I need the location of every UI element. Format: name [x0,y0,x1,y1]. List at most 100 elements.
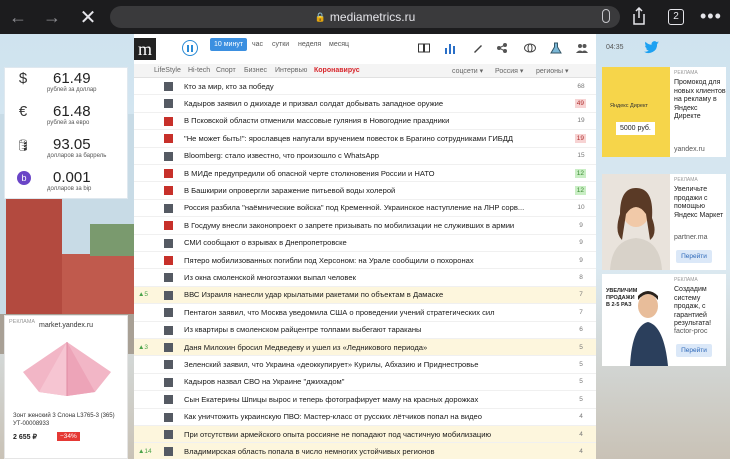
ad-domain[interactable]: factor-proc [674,328,707,335]
url-text: mediametrics.ru [329,10,416,24]
period-week[interactable]: неделя [298,41,321,48]
source-logo-icon [164,325,173,335]
mediametrics-logo[interactable]: m [134,38,156,60]
news-row[interactable]: При отсутствии армейского опыта россияне… [134,426,596,444]
bar-chart-icon[interactable] [444,42,456,54]
news-title[interactable]: В МИДе предупредили об опасной черте сто… [184,169,554,178]
news-row[interactable]: ▲3 Даня Милохин бросил Медведеву и ушел и… [134,339,596,357]
dropdown-country[interactable]: Россия ▾ [495,67,523,75]
ad-right-factor[interactable]: УВЕЛИЧИМ ПРОДАЖИ В 2-5 РАЗ РЕКЛАМА Созда… [602,274,726,366]
news-row[interactable]: Кто за мир, кто за победу 68 [134,78,596,96]
news-row[interactable]: В МИДе предупредили об опасной черте сто… [134,165,596,183]
news-title[interactable]: Россия разбила "наёмнические войска" под… [184,203,554,212]
ad-right-direct[interactable]: Яндекс Директ 5000 руб. РЕКЛАМА Промокод… [602,67,726,157]
forward-arrow-icon[interactable]: → [36,0,68,34]
ad-domain[interactable]: partner.ma [674,234,707,241]
currency-caption: рублей за доллар [47,87,97,93]
users-icon[interactable] [576,42,588,54]
more-icon[interactable]: ••• [700,6,722,27]
news-row[interactable]: Из квартиры в смоленском райцентре толпа… [134,322,596,339]
product-title: Зонт женский 3 Слона L3765-3 (365) УТ-00… [13,413,115,427]
news-title[interactable]: Кадыров назвал СВО на Украине "джихадом" [184,377,554,386]
view-count: 7 [579,291,583,299]
news-title[interactable]: Зеленский заявил, что Украина «деоккупир… [184,360,554,369]
news-row[interactable]: Сын Екатерины Шпицы вырос и теперь фотог… [134,391,596,409]
news-row[interactable]: Кадыров заявил о джихаде и призвал солда… [134,95,596,113]
news-row[interactable]: Bloomberg: стало известно, что произошло… [134,148,596,165]
news-title[interactable]: Bloomberg: стало известно, что произошло… [184,151,554,160]
news-row[interactable]: "Не может быть!": ярославцев напугали вр… [134,130,596,148]
news-title[interactable]: Сын Екатерины Шпицы вырос и теперь фотог… [184,395,554,404]
news-title[interactable]: Как уничтожить украинскую ПВО: Мастер-кл… [184,412,554,421]
category-menu: LifeStyle Hi-tech Спорт Бизнес Интервью … [134,64,596,78]
news-row[interactable]: В Башкирии опровергли заражение питьевой… [134,182,596,200]
news-title[interactable]: В Госдуму внесли законопроект о запрете … [184,221,554,230]
globe-icon[interactable] [524,42,536,54]
news-title[interactable]: В Башкирии опровергли заражение питьевой… [184,186,554,195]
currency-caption: долларов за баррель [47,153,107,159]
menu-item-coronavirus[interactable]: Коронавирус [314,67,360,74]
news-row[interactable]: Из окна смоленской многоэтажки выпал чел… [134,269,596,287]
menu-item-interview[interactable]: Интервью [275,67,307,74]
close-icon[interactable]: ✕ [72,0,104,34]
source-logo-icon [164,134,173,144]
menu-item-sport[interactable]: Спорт [216,67,236,74]
pen-icon[interactable] [472,42,484,54]
period-10min[interactable]: 10 минут [210,38,248,51]
period-hour[interactable]: час [252,41,263,48]
news-row[interactable]: СМИ сообщают о взрывах в Днепропетровске… [134,235,596,252]
network-icon[interactable] [496,42,508,54]
source-logo-icon [164,447,173,457]
pause-icon[interactable] [182,40,198,56]
news-row[interactable]: ▲5 ВВС Израиля нанесли удар крылатыми рак… [134,286,596,305]
news-title[interactable]: "Не может быть!": ярославцев напугали вр… [184,134,554,143]
news-row[interactable]: Пятеро мобилизованных погибли под Херсон… [134,252,596,270]
news-title[interactable]: В Псковской области отменили массовые гу… [184,116,554,125]
ad-domain[interactable]: yandex.ru [674,146,705,153]
news-row[interactable]: Зеленский заявил, что Украина «деоккупир… [134,356,596,374]
news-title[interactable]: СМИ сообщают о взрывах в Днепропетровске [184,238,554,247]
news-row[interactable]: В Псковской области отменили массовые гу… [134,113,596,131]
dropdown-social[interactable]: соцсети ▾ [452,67,483,75]
period-day[interactable]: сутки [272,41,289,48]
cards-icon[interactable] [418,42,430,54]
tab-count-button[interactable]: 2 [668,9,684,25]
news-title[interactable]: Владимирская область попала в число немн… [184,447,554,456]
menu-item-business[interactable]: Бизнес [244,67,267,74]
news-title[interactable]: Кто за мир, кто за победу [184,82,554,91]
share-icon[interactable] [632,7,646,25]
news-title[interactable]: Пентагон заявил, что Москва уведомила СШ… [184,308,554,317]
period-month[interactable]: месяц [329,41,349,48]
news-row[interactable]: Как уничтожить украинскую ПВО: Мастер-кл… [134,409,596,426]
view-count: 15 [577,152,585,160]
lock-icon: 🔒 [314,11,326,22]
banner-headline: УВЕЛИЧИМ ПРОДАЖИ В 2-5 РАЗ [606,288,638,308]
news-title[interactable]: Пятеро мобилизованных погибли под Херсон… [184,256,554,265]
microphone-icon[interactable] [602,9,610,23]
news-title[interactable]: Из окна смоленской многоэтажки выпал чел… [184,273,554,282]
address-bar[interactable]: 🔒 mediametrics.ru [110,6,620,28]
ad-left-market[interactable]: РЕКЛАМА market.yandex.ru Зонт женский 3 … [4,315,128,459]
news-row[interactable]: Кадыров назвал СВО на Украине "джихадом"… [134,374,596,392]
news-title[interactable]: Из квартиры в смоленском райцентре толпа… [184,325,554,334]
menu-item-hitech[interactable]: Hi-tech [188,67,210,74]
news-title[interactable]: Даня Милохин бросил Медведеву и ушел из … [184,343,554,352]
market-link[interactable]: market.yandex.ru [39,322,93,329]
ad-right-partner[interactable]: РЕКЛАМА Увеличьте продажи с помощью Янде… [602,174,726,270]
view-count: 9 [579,221,583,229]
ad-go-button[interactable]: Перейти [676,344,712,357]
news-title[interactable]: Кадыров заявил о джихаде и призвал солда… [184,99,554,108]
news-title[interactable]: ВВС Израиля нанесли удар крылатыми ракет… [184,290,554,299]
news-row[interactable]: В Госдуму внесли законопроект о запрете … [134,217,596,235]
dropdown-regions[interactable]: регионы ▾ [536,67,569,75]
news-row[interactable]: ▲14 Владимирская область попала в число н… [134,443,596,459]
ad-go-button[interactable]: Перейти [676,250,712,263]
news-row[interactable]: Россия разбила "наёмнические войска" под… [134,200,596,218]
flask-icon[interactable] [550,42,562,54]
news-row[interactable]: Пентагон заявил, что Москва уведомила СШ… [134,304,596,322]
menu-item-lifestyle[interactable]: LifeStyle [154,67,181,74]
twitter-icon[interactable] [644,39,660,55]
news-title[interactable]: При отсутствии армейского опыта россияне… [184,430,554,439]
back-arrow-icon[interactable]: ← [2,0,34,34]
site-toolbar: m 10 минут час сутки неделя месяц 04:35 [134,34,659,64]
